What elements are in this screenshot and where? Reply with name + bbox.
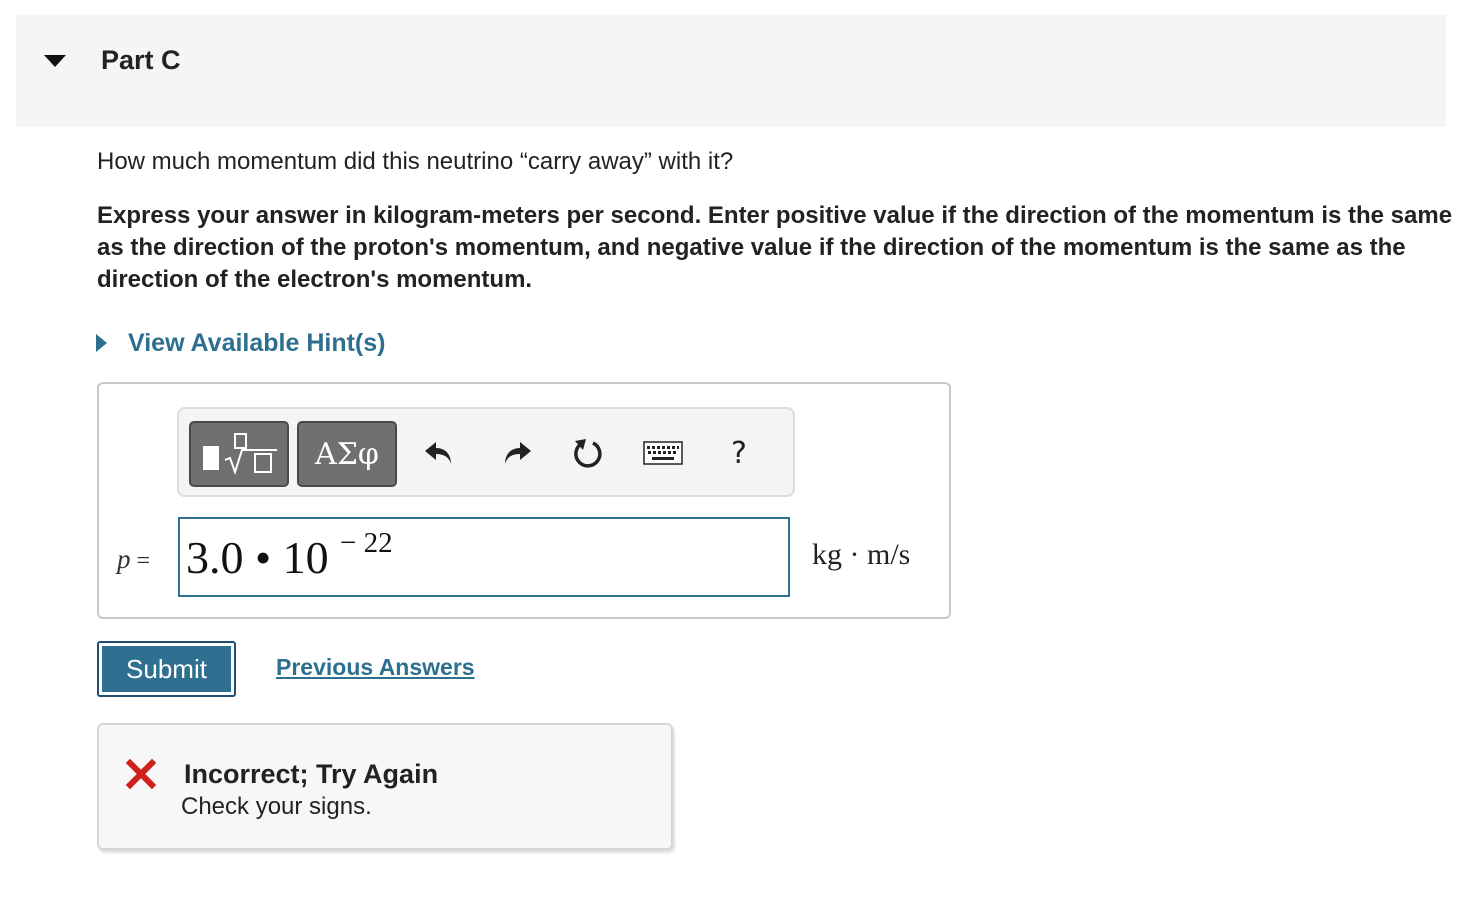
previous-answers-link[interactable]: Previous Answers (276, 654, 475, 681)
help-button[interactable]: ? (719, 431, 759, 475)
equals-sign: = (136, 548, 151, 574)
feedback-box: Incorrect; Try Again Check your signs. (97, 723, 673, 850)
reset-icon (574, 439, 602, 468)
page: Part C How much momentum did this neutri… (0, 0, 1474, 902)
part-header[interactable]: Part C (16, 15, 1446, 127)
answer-exponent: − 22 (340, 527, 393, 559)
submit-button[interactable]: Submit (97, 641, 236, 697)
collapse-triangle-icon[interactable] (44, 55, 66, 67)
math-toolbar: ΑΣφ ? (177, 407, 795, 497)
answer-input[interactable]: 3.0 • 10 − 22 (178, 517, 790, 597)
fraction-sqrt-template-icon (203, 433, 277, 476)
greek-symbols-button[interactable]: ΑΣφ (297, 421, 397, 487)
incorrect-x-icon (126, 759, 156, 789)
reset-button[interactable] (569, 431, 609, 475)
variable-name: p (117, 544, 131, 574)
redo-icon (505, 442, 531, 464)
template-button[interactable] (189, 421, 289, 487)
undo-button[interactable] (419, 431, 459, 475)
question-text: How much momentum did this neutrino “car… (97, 148, 734, 175)
submit-label: Submit (102, 646, 231, 692)
variable-label: p = (117, 544, 150, 575)
keyboard-button[interactable] (643, 431, 683, 475)
instructions-text: Express your answer in kilogram-meters p… (97, 202, 1453, 293)
view-hints-toggle[interactable]: View Available Hint(s) (96, 326, 385, 360)
part-title: Part C (101, 45, 181, 75)
redo-button[interactable] (497, 431, 537, 475)
keyboard-icon (643, 441, 683, 465)
feedback-title: Incorrect; Try Again (184, 759, 439, 789)
view-hints-label: View Available Hint(s) (128, 328, 386, 357)
expand-triangle-icon (96, 334, 107, 352)
units-label: kg · m/s (812, 538, 911, 571)
answer-box: ΑΣφ ? p = 3.0 • 10 − 22 kg · m/s (97, 382, 951, 619)
undo-icon (425, 442, 451, 464)
feedback-message: Check your signs. (181, 793, 372, 820)
answer-value: 3.0 • 10 (186, 532, 329, 583)
